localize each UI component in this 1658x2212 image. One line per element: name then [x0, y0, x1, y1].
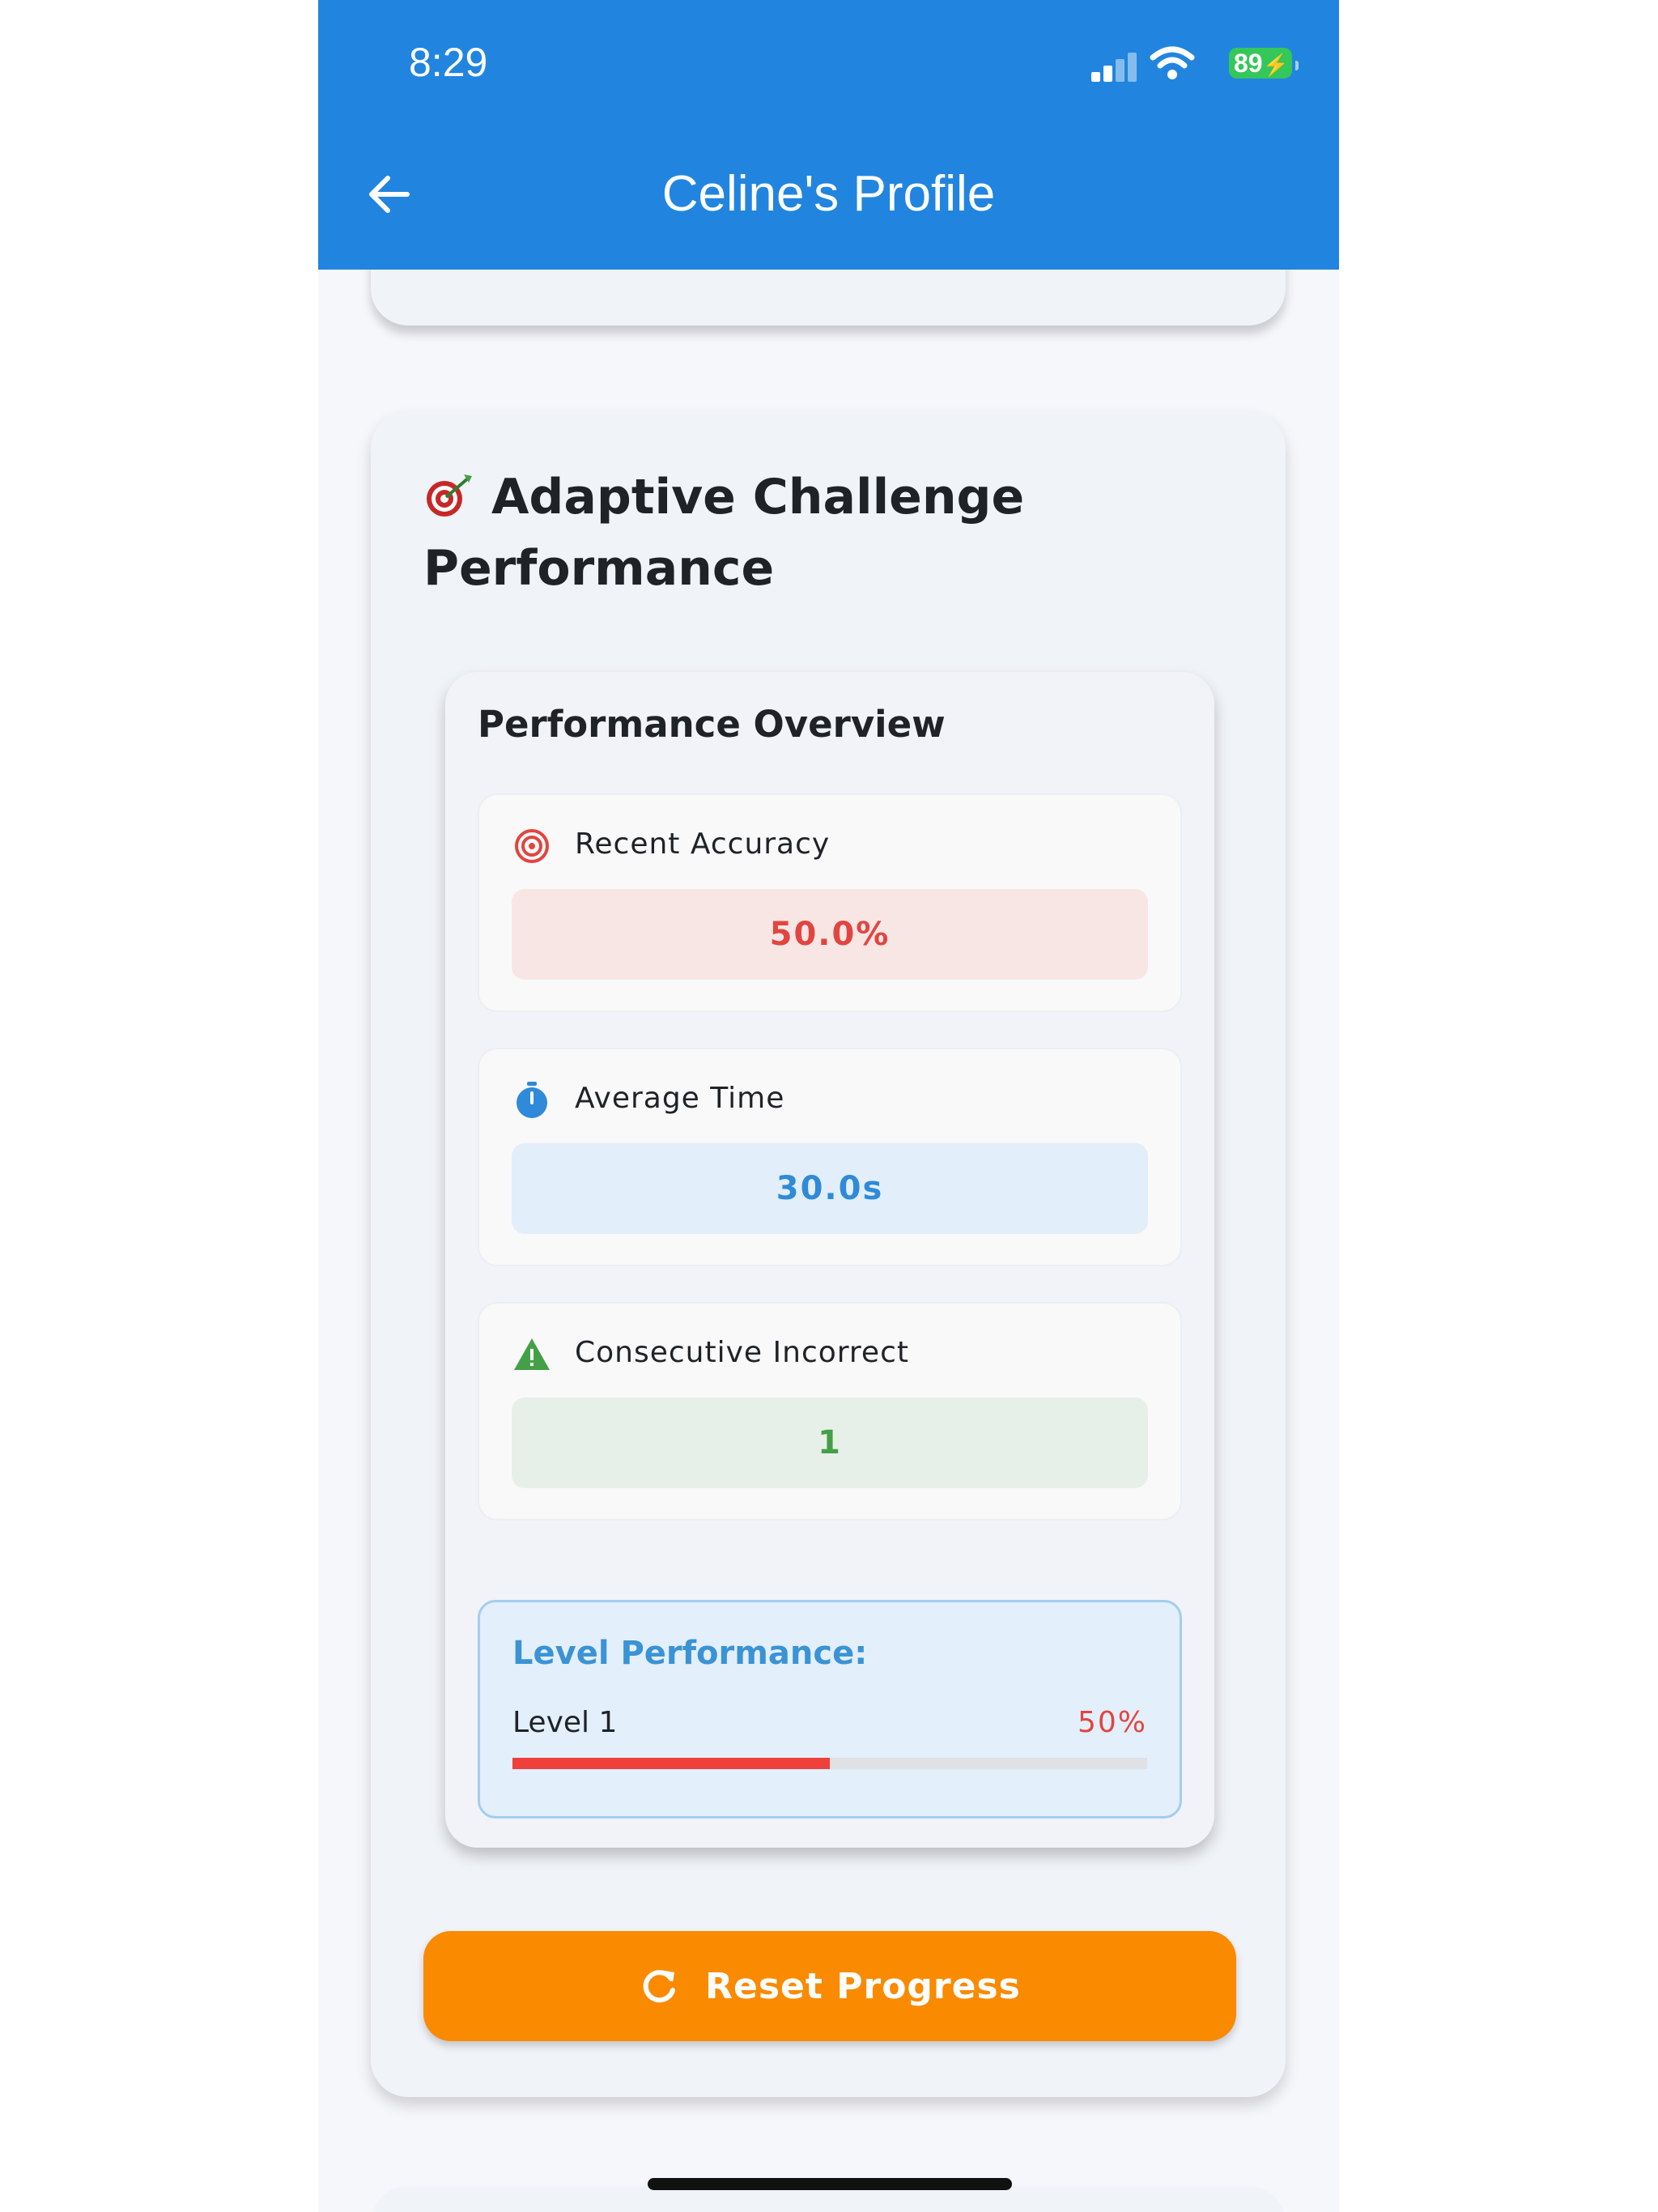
- battery-icon: 89⚡: [1229, 48, 1299, 79]
- status-icons: 89⚡: [1082, 45, 1299, 83]
- metric-label: Average Time: [575, 1082, 785, 1115]
- refresh-icon: [643, 1970, 676, 2003]
- timer-icon: [517, 1082, 547, 1118]
- performance-overview: Performance Overview Recent Accuracy 50.…: [445, 672, 1214, 1848]
- reset-progress-button[interactable]: Reset Progress: [423, 1931, 1236, 2041]
- metric-value: 30.0s: [512, 1143, 1148, 1234]
- metric-label: Consecutive Incorrect: [575, 1336, 909, 1369]
- page-title: Celine's Profile: [661, 166, 996, 222]
- level-percent: 50%: [1077, 1706, 1147, 1739]
- signal-icon: [1091, 49, 1138, 82]
- overview-title: Performance Overview: [478, 703, 946, 746]
- level-progress-bar: [512, 1758, 1147, 1769]
- phone-screen: 8:29 89⚡ Celine's Profile Adaptive Chall…: [318, 0, 1339, 2212]
- card-heading-line2: Performance: [423, 540, 775, 597]
- metric-value: 1: [512, 1397, 1148, 1488]
- metric-consecutive-incorrect: Consecutive Incorrect 1: [478, 1302, 1182, 1521]
- metric-recent-accuracy: Recent Accuracy 50.0%: [478, 793, 1182, 1012]
- battery-level: 89: [1234, 49, 1263, 78]
- level-performance-box: Level Performance: Level 1 50%: [478, 1600, 1182, 1819]
- home-indicator[interactable]: [648, 2178, 1012, 2190]
- wifi-icon: [1150, 46, 1195, 79]
- metric-value: 50.0%: [512, 889, 1148, 980]
- target-icon: [515, 829, 549, 863]
- warning-icon: [514, 1338, 550, 1370]
- level-performance-title: Level Performance:: [512, 1635, 868, 1672]
- app-bar: 8:29 89⚡ Celine's Profile: [318, 0, 1339, 270]
- level-name: Level 1: [512, 1706, 618, 1739]
- adaptive-challenge-card: Adaptive Challenge Performance Performan…: [371, 411, 1286, 2097]
- metric-average-time: Average Time 30.0s: [478, 1048, 1182, 1266]
- reset-progress-label: Reset Progress: [705, 1965, 1021, 2007]
- status-time: 8:29: [409, 40, 488, 85]
- level-progress-fill: [512, 1758, 830, 1769]
- card-heading: Adaptive Challenge Performance: [423, 462, 1152, 604]
- dart-target-icon: [427, 474, 472, 517]
- metric-label: Recent Accuracy: [575, 827, 831, 861]
- card-heading-line1: Adaptive Challenge: [491, 469, 1025, 525]
